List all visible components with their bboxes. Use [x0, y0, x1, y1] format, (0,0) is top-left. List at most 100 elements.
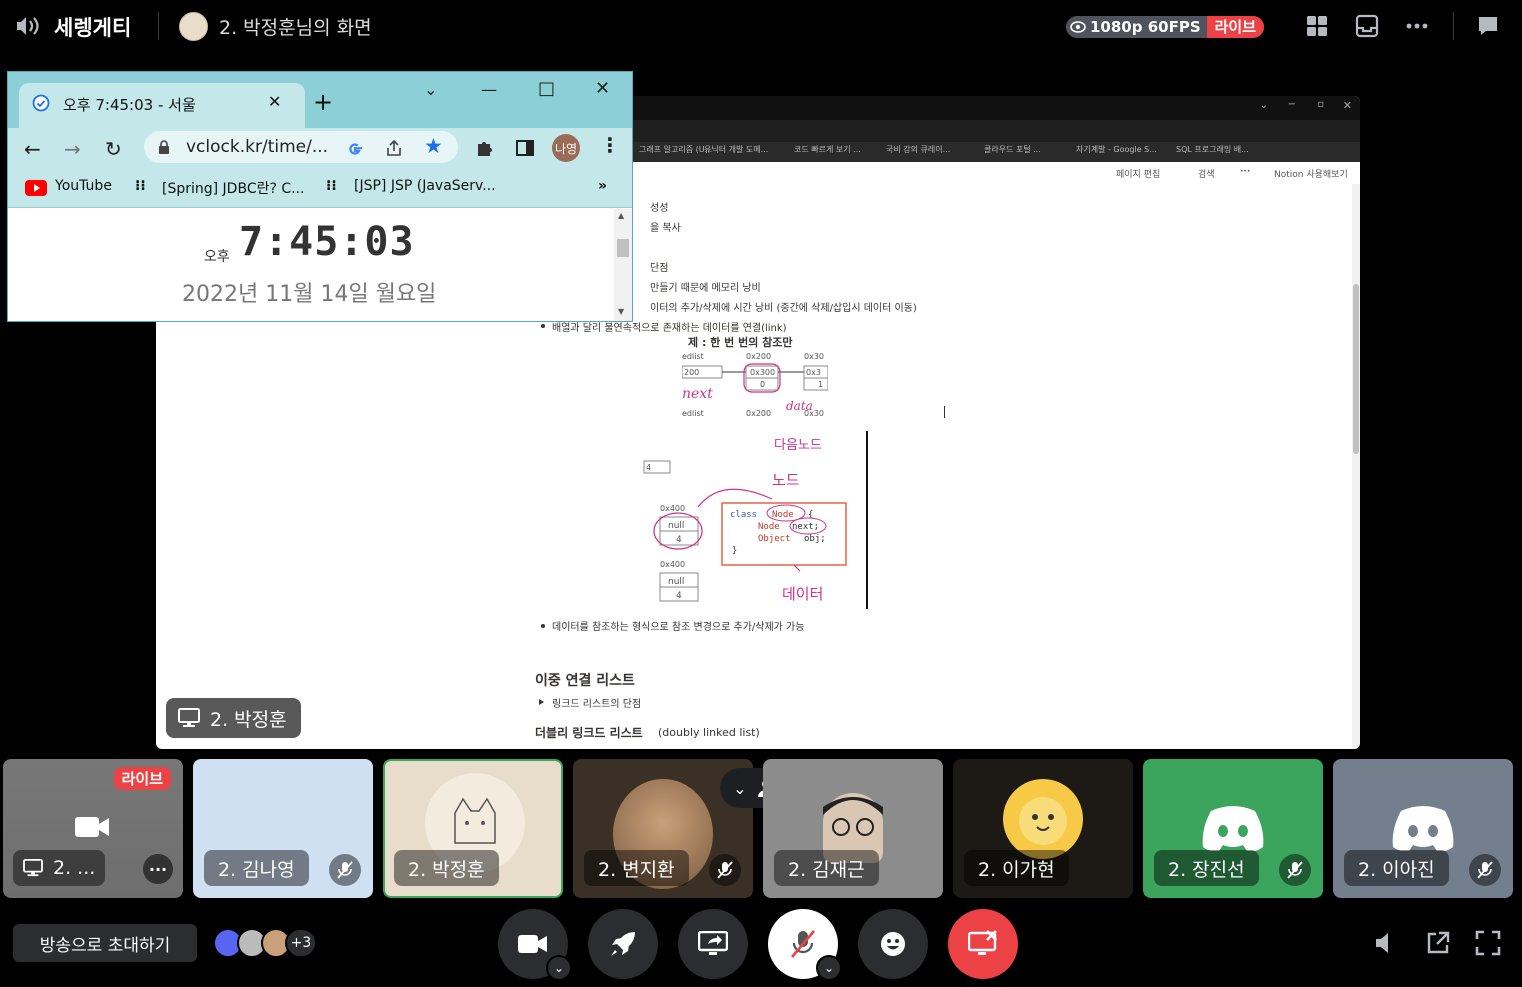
- maximize-icon[interactable]: □: [538, 78, 555, 99]
- doc-line: 이터의 추가/삭제에 시간 낭비 (중간에 삭제/삽입시 데이터 이동): [650, 303, 917, 314]
- reload-icon[interactable]: ↻: [105, 137, 122, 161]
- invite-label: 방송으로 초대하기: [39, 935, 171, 956]
- diagram-caption: 제 : 한 번 번의 참조만: [688, 336, 793, 349]
- shared-bookmark: 국비 강의 큐레이...: [886, 145, 951, 154]
- activities-button[interactable]: [588, 909, 658, 979]
- mute-button[interactable]: ⌄: [768, 909, 842, 981]
- toggle-arrow-icon[interactable]: [539, 699, 544, 705]
- stream-quality-badge: 1080p 60FPS 라이브: [1066, 16, 1265, 38]
- participant-name: 2. 박정훈: [408, 858, 485, 881]
- bookmark-jsp[interactable]: [JSP] JSP (JavaServ...: [354, 178, 496, 194]
- participant-tile[interactable]: 2. 김재근: [763, 759, 943, 898]
- invite-to-stream-button[interactable]: 방송으로 초대하기: [13, 924, 197, 962]
- participant-tile[interactable]: 2. 이가현: [953, 759, 1133, 898]
- live-badge: 라이브: [113, 767, 171, 790]
- participant-name: 2. 이가현: [978, 858, 1055, 881]
- participant-tile[interactable]: 2. 이아진: [1333, 759, 1513, 898]
- google-icon[interactable]: [346, 139, 364, 157]
- shared-bookmark: 그래프 알고리즘 (U...: [639, 145, 713, 154]
- tab-search-icon[interactable]: ⌄: [424, 80, 437, 99]
- eye-icon: [1066, 16, 1090, 38]
- tab-close-icon[interactable]: ✕: [268, 92, 281, 111]
- viewer-avatars[interactable]: +3: [213, 928, 317, 960]
- profile-avatar[interactable]: 나영: [552, 134, 580, 162]
- camera-button[interactable]: ⌄: [498, 909, 572, 981]
- avatar: [1003, 779, 1083, 859]
- scroll-up-icon[interactable]: ▲: [618, 211, 624, 220]
- clock-browser-window[interactable]: 오후 7:45:03 - 서울 ✕ + ⌄ — □ ✕ ← → ↻ vclock…: [7, 71, 633, 322]
- close-icon[interactable]: ✕: [595, 78, 610, 99]
- more-icon[interactable]: ···: [143, 854, 173, 884]
- page-scrollbar[interactable]: ▲ ▼: [614, 209, 632, 321]
- star-icon[interactable]: ★: [424, 134, 443, 158]
- svg-text:4: 4: [646, 463, 651, 472]
- svg-text:}: }: [732, 546, 737, 556]
- restore-icon: ▫: [1317, 99, 1324, 110]
- notion-try-button: Notion 사용해보기: [1274, 170, 1348, 180]
- participant-tile[interactable]: 2. 박정훈: [383, 759, 563, 898]
- lock-icon[interactable]: [158, 140, 170, 154]
- channel-name: 세렝게티: [54, 16, 132, 40]
- soundboard-button[interactable]: [858, 909, 928, 979]
- doc-subheading: 더블리 링크드 리스트: [535, 726, 643, 740]
- bullet: [541, 324, 545, 328]
- chat-icon[interactable]: [1476, 14, 1500, 38]
- participant-tile-stream[interactable]: 라이브 2. ... ···: [3, 759, 183, 898]
- participant-tile[interactable]: 2. 김나영: [193, 759, 373, 898]
- participant-tile[interactable]: 2. 장진선: [1143, 759, 1323, 898]
- screen-share-button[interactable]: [678, 909, 748, 979]
- monitor-icon: [23, 859, 43, 877]
- more-options-icon[interactable]: [1405, 14, 1429, 38]
- side-panel-icon[interactable]: [515, 138, 535, 158]
- mic-muted-icon: [791, 930, 815, 958]
- fullscreen-icon[interactable]: [1475, 930, 1501, 956]
- back-icon[interactable]: ←: [24, 137, 41, 161]
- participant-name-pill: 2. 이아진: [1344, 850, 1449, 886]
- shared-bookmark: 유닉터 개발 도메...: [704, 145, 769, 154]
- pop-out-icon[interactable]: [1425, 930, 1451, 956]
- streamer-avatar: [179, 12, 208, 41]
- rocket-icon: [611, 932, 635, 956]
- participant-name-pill: 2. ...: [13, 850, 106, 886]
- share-icon[interactable]: [385, 139, 403, 157]
- doc-toggle[interactable]: 링크드 리스트의 단점: [552, 695, 641, 710]
- chevron-down-icon[interactable]: ⌄: [546, 955, 572, 981]
- participant-name-pill: 2. 장진선: [1154, 850, 1259, 886]
- minimize-icon[interactable]: —: [481, 80, 497, 99]
- svg-text:4: 4: [676, 591, 682, 601]
- volume-icon[interactable]: [1373, 930, 1399, 956]
- svg-text:0x200: 0x200: [746, 352, 771, 361]
- scroll-down-icon[interactable]: ▼: [618, 307, 624, 316]
- clock-ampm: 오후: [204, 249, 230, 265]
- participant-name-pill: 2. 김재근: [774, 850, 879, 886]
- video-icon: [75, 817, 109, 837]
- screen-share-icon: [698, 931, 728, 955]
- svg-text:4: 4: [676, 535, 682, 545]
- close-icon: ✕: [1342, 99, 1352, 112]
- bookmark-spring[interactable]: [Spring] JDBC란? C...: [162, 178, 304, 198]
- voice-channel-icon: [17, 17, 39, 35]
- youtube-icon: [25, 180, 47, 196]
- chevron-down-icon[interactable]: ⌄: [816, 955, 842, 981]
- shared-bookmark: 코드 빠르게 보기 ...: [794, 145, 861, 154]
- doc-line: 만들기 때문에 메모리 낭비: [650, 283, 761, 294]
- discord-logo-icon: [1202, 806, 1264, 851]
- extensions-icon[interactable]: [475, 138, 495, 158]
- svg-text:next;: next;: [792, 522, 819, 532]
- grid-layout-icon[interactable]: [1305, 14, 1329, 38]
- new-tab-icon[interactable]: +: [313, 88, 333, 116]
- svg-text:0x30: 0x30: [804, 409, 824, 418]
- forward-icon[interactable]: →: [64, 137, 81, 161]
- svg-text:null: null: [668, 577, 684, 587]
- bookmark-youtube[interactable]: YouTube: [55, 178, 112, 194]
- doc-line: 을 복사: [650, 223, 681, 234]
- inbox-icon[interactable]: [1355, 14, 1379, 38]
- bookmarks-overflow-icon[interactable]: »: [598, 178, 607, 194]
- participant-name: 2. 김나영: [218, 858, 295, 881]
- leave-stream-button[interactable]: [948, 909, 1018, 979]
- menu-icon[interactable]: ⋮: [600, 133, 620, 157]
- doc-line: 성성: [650, 203, 669, 214]
- url-text[interactable]: vclock.kr/time/...: [186, 137, 328, 157]
- svg-text:1: 1: [818, 380, 823, 389]
- linked-list-diagram-2: 4 다음노드 노드 class Node { Node next; Object…: [643, 431, 868, 609]
